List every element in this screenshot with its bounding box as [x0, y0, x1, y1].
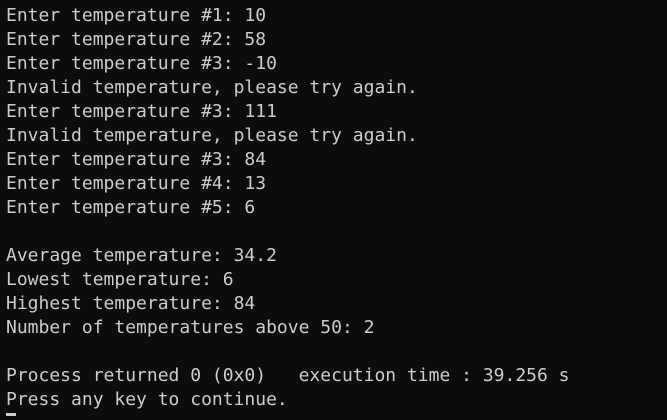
console-window[interactable]: Enter temperature #1: 10 Enter temperatu…: [0, 0, 667, 420]
console-line-enter-temp-3-retry-2: Enter temperature #3: 84: [6, 149, 267, 170]
console-line-enter-temp-2: Enter temperature #2: 58: [6, 29, 267, 50]
text-cursor: [6, 413, 16, 416]
console-line-lowest: Lowest temperature: 6: [6, 269, 234, 290]
console-line-enter-temp-5: Enter temperature #5: 6: [6, 197, 256, 218]
console-line-enter-temp-1: Enter temperature #1: 10: [6, 5, 267, 26]
console-line-average: Average temperature: 34.2: [6, 245, 277, 266]
console-line-process-returned: Process returned 0 (0x0) execution time …: [6, 365, 570, 386]
console-line-enter-temp-3: Enter temperature #3: -10: [6, 53, 277, 74]
console-line-invalid-1: Invalid temperature, please try again.: [6, 77, 418, 98]
console-output: Enter temperature #1: 10 Enter temperatu…: [6, 4, 570, 412]
console-line-above-50: Number of temperatures above 50: 2: [6, 317, 375, 338]
console-line-invalid-2: Invalid temperature, please try again.: [6, 125, 418, 146]
console-line-press-any-key: Press any key to continue.: [6, 389, 288, 410]
console-line-enter-temp-3-retry-1: Enter temperature #3: 111: [6, 101, 277, 122]
console-line-enter-temp-4: Enter temperature #4: 13: [6, 173, 267, 194]
console-line-highest: Highest temperature: 84: [6, 293, 256, 314]
